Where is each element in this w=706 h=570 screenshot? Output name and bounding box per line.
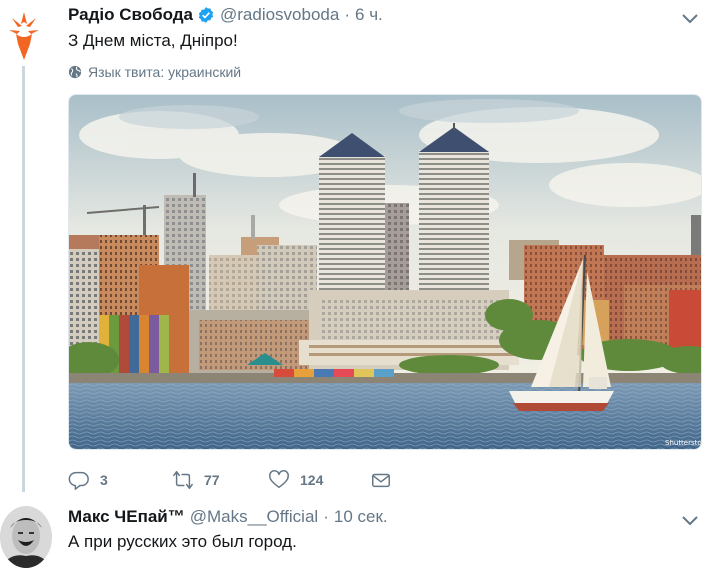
share-button[interactable] <box>370 468 402 492</box>
retweet-count: 77 <box>204 472 220 488</box>
author-name[interactable]: Макс ЧЕпай™ <box>68 507 185 527</box>
globe-icon <box>68 65 82 79</box>
tweet-actions: 3 77 124 <box>68 468 468 492</box>
tweet-time[interactable]: 6 ч. <box>355 5 383 25</box>
like-icon <box>269 470 289 489</box>
tweet-time[interactable]: 10 сек. <box>334 507 388 527</box>
share-icon <box>372 473 390 488</box>
author-handle[interactable]: @radiosvoboda <box>220 5 339 25</box>
rfe-logo[interactable] <box>8 10 40 62</box>
separator: · <box>344 5 351 24</box>
verified-icon <box>198 7 214 23</box>
chevron-down-icon[interactable] <box>680 12 700 26</box>
tweet-text: А при русских это был город. <box>68 532 297 551</box>
reply-icon <box>68 471 89 490</box>
tweet-radiosvoboda[interactable]: Радіо Свобода @radiosvoboda · 6 ч. З Дне… <box>0 0 706 500</box>
separator: · <box>323 507 329 526</box>
chevron-down-icon[interactable] <box>680 514 700 528</box>
reply-count: 3 <box>100 472 108 488</box>
language-label: Язык твита: украинский <box>88 64 242 80</box>
avatar[interactable] <box>0 506 52 568</box>
retweet-button[interactable]: 77 <box>172 468 220 492</box>
dnipro-skyline-image: Shutterstock <box>69 95 702 449</box>
tweet-header: Макс ЧЕпай™ @Maks__Official · 10 сек. <box>68 506 388 528</box>
reply-button[interactable]: 3 <box>68 468 108 492</box>
like-button[interactable]: 124 <box>268 468 323 492</box>
avatar-image <box>0 506 52 568</box>
author-handle[interactable]: @Maks__Official <box>190 507 318 527</box>
retweet-icon <box>173 471 193 489</box>
language-row[interactable]: Язык твита: украинский <box>68 62 241 82</box>
tweet-header: Радіо Свобода @radiosvoboda · 6 ч. <box>68 3 383 27</box>
like-count: 124 <box>300 472 324 488</box>
photo-watermark: Shutterstock <box>665 439 702 447</box>
tweet-text: З Днем міста, Дніпро! <box>68 31 238 50</box>
tweet-maks[interactable]: Макс ЧЕпай™ @Maks__Official · 10 сек. А … <box>0 500 706 570</box>
tweet-photo[interactable]: Shutterstock <box>68 94 702 450</box>
author-name[interactable]: Радіо Свобода <box>68 5 193 25</box>
